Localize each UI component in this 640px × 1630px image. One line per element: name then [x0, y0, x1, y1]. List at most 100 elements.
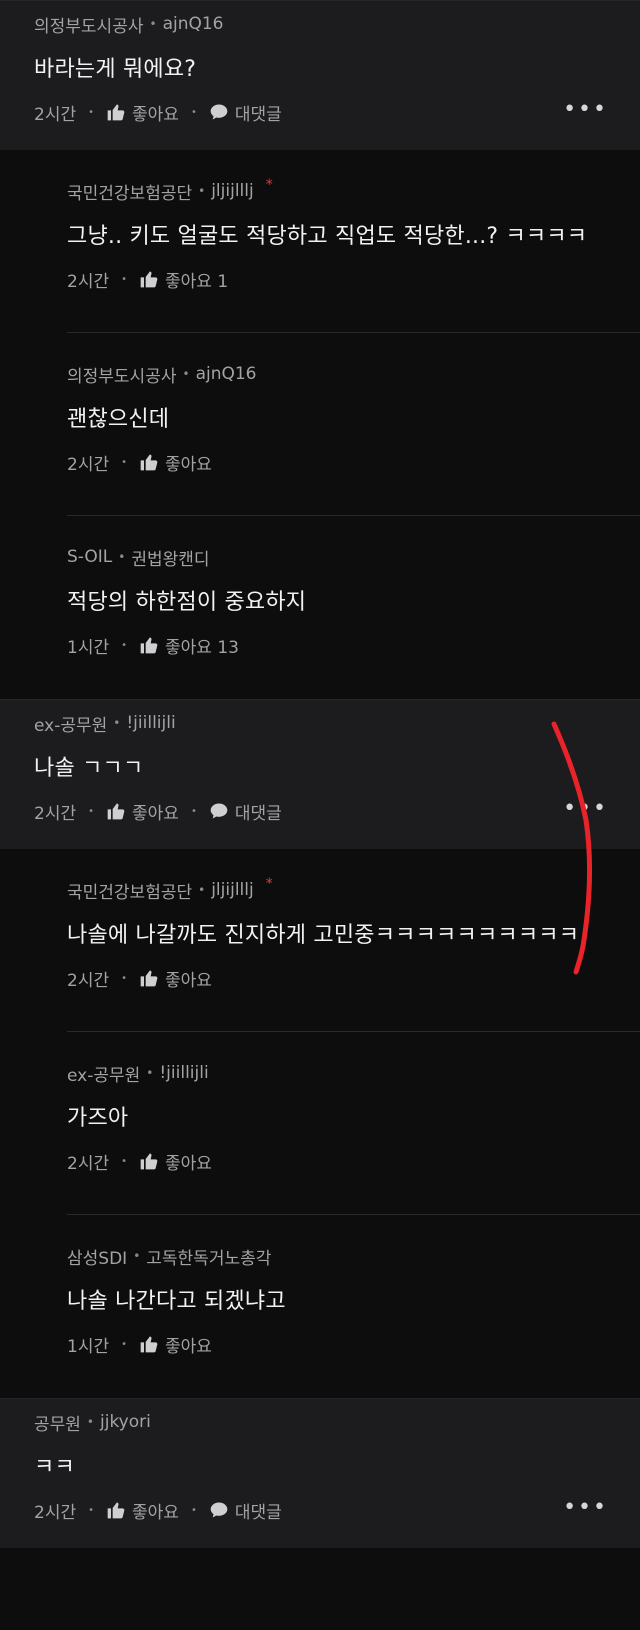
comment-text: 나솔 ㄱㄱㄱ: [34, 756, 144, 781]
reply-button[interactable]: 대댓글: [209, 100, 282, 125]
separator-dot: •: [88, 1504, 95, 1516]
username[interactable]: jjkyori: [100, 1412, 151, 1432]
separator-dot: •: [190, 805, 197, 817]
separator-dot: •: [121, 273, 128, 285]
reply: 의정부도시공사 • ajnQ16 괜찮으신데 2시간 • 좋아요: [0, 333, 640, 516]
like-button[interactable]: 좋아요: [139, 966, 212, 991]
separator-dot: •: [121, 456, 128, 468]
comment-meta: ex-공무원 • !jiillijli: [34, 710, 602, 736]
reply-text: 괜찮으신데: [67, 407, 170, 432]
reply-body: 국민건강보험공단 • jljijlllj * 그냥.. 키도 얼굴도 적당하고 직업도 …: [67, 150, 640, 333]
author-star: *: [265, 177, 273, 193]
reply-meta: ex-공무원 • !jiillijli: [67, 1060, 640, 1086]
company-name: ex-공무원: [34, 715, 108, 736]
company-name: S-OIL: [67, 547, 113, 567]
speech-bubble-icon: [209, 1500, 229, 1520]
username[interactable]: ajnQ16: [163, 14, 224, 34]
reply-actions: 1시간 • 좋아요 13: [67, 632, 640, 658]
username[interactable]: 권법왕캔디: [131, 545, 209, 570]
reply-button[interactable]: 대댓글: [209, 1498, 282, 1523]
thumbs-up-icon: [139, 635, 159, 655]
timestamp: 1시간: [67, 1336, 110, 1357]
thumbs-up-icon: [139, 968, 159, 988]
comment-meta: 공무원 • jjkyori: [34, 1409, 602, 1435]
timestamp: 2시간: [34, 104, 77, 125]
reply-label: 대댓글: [234, 1502, 282, 1523]
like-button[interactable]: 좋아요: [139, 1332, 212, 1357]
reply-actions: 2시간 • 좋아요: [67, 1148, 640, 1174]
reply-text: 적당의 하한점이 중요하지: [67, 590, 307, 615]
separator-dot: •: [113, 716, 121, 730]
reply-button[interactable]: 대댓글: [209, 799, 282, 824]
comment-actions: 2시간 • 좋아요 • 대댓글: [34, 798, 602, 824]
timestamp: 2시간: [34, 1502, 77, 1523]
company-name: 공무원: [34, 1414, 81, 1435]
like-button[interactable]: 좋아요: [139, 1149, 212, 1174]
separator-dot: •: [121, 639, 128, 651]
thumbs-up-icon: [139, 1334, 159, 1354]
timestamp: 2시간: [67, 271, 110, 292]
separator-dot: •: [86, 1415, 94, 1429]
timestamp: 2시간: [67, 454, 110, 475]
username[interactable]: jljijlllj: [211, 181, 254, 201]
separator-dot: •: [118, 550, 126, 564]
reply: 국민건강보험공단 • jljijlllj * 그냥.. 키도 얼굴도 적당하고 직업도 …: [0, 150, 640, 333]
thumbs-up-icon: [139, 1151, 159, 1171]
separator-dot: •: [88, 106, 95, 118]
separator-dot: •: [88, 805, 95, 817]
reply: 국민건강보험공단 • jljijlllj * 나솔에 나갈까도 진지하게 고민중ㅋㅋㅋㅋ…: [0, 849, 640, 1032]
separator-dot: •: [190, 106, 197, 118]
like-button[interactable]: 좋아요 13: [139, 633, 239, 658]
speech-bubble-icon: [209, 801, 229, 821]
author-star: *: [265, 876, 273, 892]
separator-dot: •: [121, 972, 128, 984]
comment-meta: 의정부도시공사 • ajnQ16: [34, 11, 602, 37]
username[interactable]: 고독한독거노총각: [146, 1244, 271, 1269]
comment-text: 바라는게 뭐에요?: [34, 57, 197, 82]
like-button[interactable]: 좋아요: [106, 799, 179, 824]
thumbs-up-icon: [139, 269, 159, 289]
username[interactable]: ajnQ16: [196, 364, 257, 384]
more-options-icon[interactable]: •••: [563, 798, 608, 820]
more-options-icon[interactable]: •••: [563, 1497, 608, 1519]
reply-meta: 국민건강보험공단 • jljijlllj *: [67, 876, 640, 903]
separator-dot: •: [146, 1066, 154, 1080]
company-name: ex-공무원: [67, 1065, 141, 1086]
reply: 삼성SDI • 고독한독거노총각 나솔 나간다고 되겠냐고 1시간 • 좋아요: [0, 1215, 640, 1398]
comment-text: ㅋㅋ: [34, 1455, 75, 1480]
like-button[interactable]: 좋아요: [139, 450, 212, 475]
separator-dot: •: [198, 883, 206, 897]
comment: 공무원 • jjkyori ㅋㅋ 2시간 • 좋아요 • 대댓글 •••: [0, 1398, 640, 1548]
comment-thread: 공무원 • jjkyori ㅋㅋ 2시간 • 좋아요 • 대댓글 •••: [0, 1398, 640, 1548]
reply-meta: 삼성SDI • 고독한독거노총각: [67, 1243, 640, 1269]
reply-actions: 2시간 • 좋아요 1: [67, 266, 640, 292]
separator-dot: •: [182, 367, 190, 381]
speech-bubble-icon: [209, 102, 229, 122]
like-button[interactable]: 좋아요 1: [139, 267, 228, 292]
reply: S-OIL • 권법왕캔디 적당의 하한점이 중요하지 1시간 • 좋아요 13: [0, 516, 640, 699]
like-label: 좋아요: [132, 803, 179, 824]
like-button[interactable]: 좋아요: [106, 100, 179, 125]
reply-body: ex-공무원 • !jiillijli 가즈아 2시간 • 좋아요: [67, 1032, 640, 1215]
like-label: 좋아요: [165, 454, 212, 475]
reply-text: 그냥.. 키도 얼굴도 적당하고 직업도 적당한...? ㅋㅋㅋㅋ: [67, 224, 588, 249]
thumbs-up-icon: [106, 1500, 126, 1520]
reply-body: 국민건강보험공단 • jljijlllj * 나솔에 나갈까도 진지하게 고민중ㅋㅋㅋㅋ…: [67, 849, 640, 1032]
username[interactable]: jljijlllj: [211, 880, 254, 900]
reply-meta: 국민건강보험공단 • jljijlllj *: [67, 177, 640, 204]
timestamp: 2시간: [67, 970, 110, 991]
thumbs-up-icon: [106, 801, 126, 821]
like-label: 좋아요 1: [165, 271, 229, 292]
reply-text: 나솔에 나갈까도 진지하게 고민중ㅋㅋㅋㅋㅋㅋㅋㅋㅋㅋ: [67, 923, 580, 948]
like-button[interactable]: 좋아요: [106, 1498, 179, 1523]
reply-body: 의정부도시공사 • ajnQ16 괜찮으신데 2시간 • 좋아요: [67, 333, 640, 516]
more-options-icon[interactable]: •••: [563, 99, 608, 121]
company-name: 의정부도시공사: [34, 16, 144, 37]
username[interactable]: !jiillijli: [159, 1063, 208, 1083]
username[interactable]: !jiillijli: [126, 713, 175, 733]
reply-meta: 의정부도시공사 • ajnQ16: [67, 361, 640, 387]
comment-actions: 2시간 • 좋아요 • 대댓글: [34, 1497, 602, 1523]
thumbs-up-icon: [106, 102, 126, 122]
reply-label: 대댓글: [234, 104, 282, 125]
reply-meta: S-OIL • 권법왕캔디: [67, 544, 640, 570]
